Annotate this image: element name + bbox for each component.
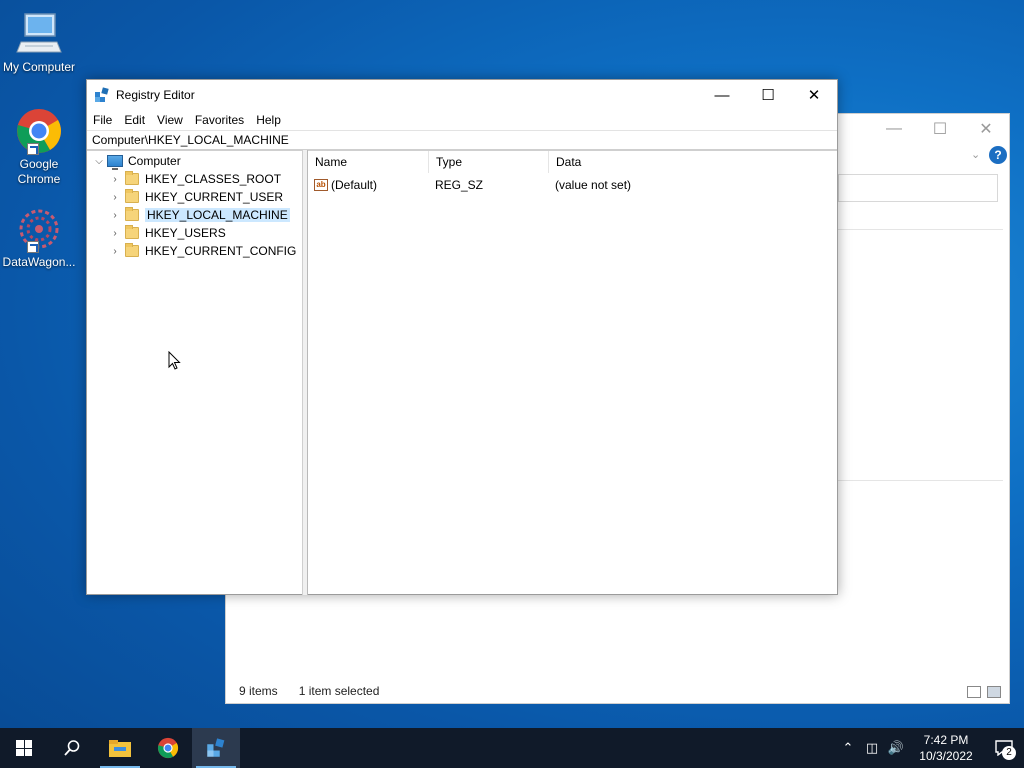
- chevron-right-icon[interactable]: ›: [109, 246, 121, 257]
- close-icon[interactable]: ✕: [963, 114, 1009, 144]
- file-explorer-icon: [109, 740, 131, 757]
- large-icons-view-icon[interactable]: [987, 686, 1001, 698]
- start-button[interactable]: [0, 728, 48, 768]
- clock[interactable]: 7:42 PM 10/3/2022: [908, 732, 984, 764]
- menu-file[interactable]: File: [87, 113, 118, 127]
- column-header-name[interactable]: Name: [308, 151, 429, 173]
- search-input[interactable]: [838, 174, 998, 202]
- chevron-right-icon[interactable]: ›: [109, 210, 121, 221]
- tree-item-hkey-current-config[interactable]: › HKEY_CURRENT_CONFIG: [109, 242, 296, 260]
- windows-logo-icon: [16, 740, 32, 756]
- shortcut-arrow-icon: [27, 143, 39, 155]
- desktop-icon-datawagon[interactable]: DataWagon...: [0, 205, 78, 269]
- volume-icon[interactable]: 🔊: [884, 740, 908, 756]
- tree-item-label: HKEY_CURRENT_CONFIG: [145, 244, 297, 258]
- registry-tree: ⌵ Computer › HKEY_CLASSES_ROOT › HKEY_CU…: [87, 150, 303, 595]
- chevron-right-icon[interactable]: ›: [109, 228, 121, 239]
- action-center-button[interactable]: 2: [984, 728, 1024, 768]
- close-button[interactable]: ✕: [791, 80, 837, 110]
- divider: [838, 229, 1003, 230]
- tree-item-hkey-local-machine[interactable]: › HKEY_LOCAL_MACHINE: [109, 206, 290, 224]
- registry-editor-icon: [207, 738, 225, 757]
- minimize-icon[interactable]: —: [871, 114, 917, 144]
- desktop-icon-my-computer[interactable]: My Computer: [0, 10, 78, 74]
- tree-item-hkey-current-user[interactable]: › HKEY_CURRENT_USER: [109, 188, 283, 206]
- menu-favorites[interactable]: Favorites: [189, 113, 250, 127]
- menu-help[interactable]: Help: [250, 113, 287, 127]
- menu-view[interactable]: View: [151, 113, 189, 127]
- desktop-icon-label: Google Chrome: [17, 157, 61, 186]
- menu-edit[interactable]: Edit: [118, 113, 151, 127]
- registry-editor-window[interactable]: Registry Editor — ☐ ✕ File Edit View Fav…: [86, 79, 838, 595]
- registry-editor-titlebar[interactable]: Registry Editor — ☐ ✕: [87, 80, 837, 110]
- view-toggle: [967, 686, 1001, 698]
- folder-icon: [125, 225, 139, 239]
- taskbar-chrome[interactable]: [144, 728, 192, 768]
- taskbar: ⌃ ◫ 🔊 7:42 PM 10/3/2022 2: [0, 728, 1024, 768]
- clock-date: 10/3/2022: [919, 749, 973, 763]
- tree-item-hkey-users[interactable]: › HKEY_USERS: [109, 224, 226, 242]
- details-view-icon[interactable]: [967, 686, 981, 698]
- taskbar-registry-editor[interactable]: [192, 728, 240, 768]
- tree-item-label: HKEY_USERS: [145, 226, 226, 240]
- search-button[interactable]: [48, 728, 96, 768]
- tree-item-label: HKEY_CURRENT_USER: [145, 190, 284, 204]
- desktop-icon-label: My Computer: [2, 60, 76, 74]
- folder-icon: [125, 243, 139, 257]
- values-list: Name Type Data ab (Default) REG_SZ (valu…: [308, 150, 837, 595]
- chevron-right-icon[interactable]: ›: [109, 174, 121, 185]
- maximize-icon[interactable]: ☐: [917, 114, 963, 144]
- help-icon[interactable]: ?: [989, 146, 1007, 164]
- notification-badge: 2: [1002, 746, 1016, 760]
- folder-icon: [125, 189, 139, 203]
- tree-item-computer[interactable]: ⌵ Computer: [93, 152, 181, 170]
- tree-item-label: Computer: [128, 154, 181, 168]
- value-type: REG_SZ: [435, 178, 484, 192]
- value-name: (Default): [331, 178, 378, 192]
- system-tray: ⌃ ◫ 🔊 7:42 PM 10/3/2022 2: [836, 728, 1024, 768]
- tree-item-label: HKEY_CLASSES_ROOT: [145, 172, 282, 186]
- folder-icon: [125, 171, 139, 185]
- tree-item-hkey-classes-root[interactable]: › HKEY_CLASSES_ROOT: [109, 170, 281, 188]
- chevron-down-icon[interactable]: ⌵: [93, 156, 105, 167]
- column-header-data[interactable]: Data: [549, 151, 829, 173]
- maximize-button[interactable]: ☐: [745, 80, 791, 110]
- computer-icon: [107, 155, 123, 170]
- status-selected-count: 1 item selected: [298, 684, 380, 698]
- desktop-icon-google-chrome[interactable]: Google Chrome: [0, 107, 78, 187]
- minimize-button[interactable]: —: [699, 80, 745, 110]
- chevron-down-icon[interactable]: ⌄: [971, 148, 980, 161]
- status-item-count: 9 items: [239, 684, 278, 698]
- string-value-icon: ab: [314, 179, 328, 191]
- shortcut-arrow-icon: [27, 241, 39, 253]
- value-data: (value not set): [555, 178, 632, 192]
- chrome-icon: [15, 107, 63, 155]
- desktop-icon-label: DataWagon...: [2, 255, 76, 269]
- window-title: Registry Editor: [116, 88, 195, 102]
- address-bar[interactable]: Computer\HKEY_LOCAL_MACHINE: [87, 130, 837, 150]
- chevron-up-icon[interactable]: ⌃: [836, 740, 860, 756]
- column-header-type[interactable]: Type: [429, 151, 549, 173]
- datawagon-icon: [15, 205, 63, 253]
- table-row[interactable]: ab (Default) REG_SZ (value not set): [314, 176, 834, 194]
- registry-editor-icon: [94, 87, 110, 103]
- clock-time: 7:42 PM: [923, 733, 969, 747]
- taskbar-file-explorer[interactable]: [96, 728, 144, 768]
- chevron-right-icon[interactable]: ›: [109, 192, 121, 203]
- status-bar: 9 items 1 item selected: [226, 679, 1009, 703]
- divider: [838, 480, 1003, 481]
- registry-panes: ⌵ Computer › HKEY_CLASSES_ROOT › HKEY_CU…: [87, 150, 837, 595]
- folder-icon: [125, 207, 139, 221]
- network-icon[interactable]: ◫: [860, 740, 884, 756]
- computer-icon: [15, 10, 63, 58]
- search-icon: [64, 740, 80, 756]
- chrome-icon: [157, 737, 179, 759]
- menu-bar: File Edit View Favorites Help: [87, 110, 837, 130]
- tree-item-label-selected: HKEY_LOCAL_MACHINE: [145, 208, 290, 222]
